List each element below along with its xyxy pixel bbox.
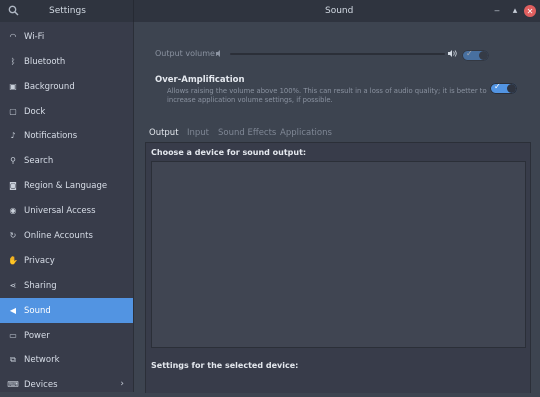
sidebar-item-label: Wi-Fi [24,31,45,42]
tab-input[interactable]: Input [187,128,209,138]
output-volume-slider[interactable] [230,53,445,55]
wifi-icon: ◠ [9,32,17,41]
volume-low-icon [215,49,224,60]
page-title: Sound [325,6,354,16]
mute-toggle[interactable]: ✓ [462,49,489,61]
sound-panel: Output volume: ✓ Over-Amplification Allo… [134,22,540,393]
check-icon: ✓ [466,49,473,58]
sidebar-item-sharing[interactable]: ⋖ Sharing [0,273,133,298]
output-volume-label: Output volume: [155,49,218,58]
minimize-button[interactable]: ‒ [490,4,504,18]
sidebar-item-label: Network [24,354,60,365]
sidebar-item-label: Notifications [24,130,78,141]
device-settings-label: Settings for the selected device: [151,361,299,370]
speaker-icon: ◀ [9,306,17,315]
sidebar-item-label: Region & Language [24,180,108,191]
sidebar-item-network[interactable]: ⧉ Network [0,347,133,372]
sidebar-item-label: Universal Access [24,205,96,216]
toggle-knob [479,51,488,60]
camera-icon: ◙ [9,181,17,190]
chevron-right-icon: › [120,379,124,389]
sidebar-item-label: Bluetooth [24,56,66,67]
sidebar: ◠ Wi-Fi ᛒ Bluetooth ▣ Background ▢ Dock … [0,22,134,392]
search-icon: ⚲ [10,156,16,165]
sidebar-item-label: Dock [24,106,46,117]
over-amplification-toggle[interactable]: ✓ [490,82,517,94]
dock-icon: ▢ [9,107,17,116]
title-bar: Settings Sound ‒ ▴ ✕ [0,0,540,22]
sidebar-item-background[interactable]: ▣ Background [0,74,133,99]
sharing-icon: ⋖ [9,281,17,290]
devices-icon: ⌨ [7,380,19,389]
sidebar-item-sound[interactable]: ◀ Sound [0,298,133,323]
sidebar-item-label: Search [24,155,54,166]
volume-high-icon [447,49,457,60]
sidebar-item-label: Devices [24,379,58,390]
bluetooth-icon: ᛒ [10,57,16,66]
close-button[interactable]: ✕ [524,5,536,17]
universal-access-icon: ◉ [9,206,17,215]
sidebar-item-label: Sound [24,305,51,316]
sidebar-item-label: Background [24,81,75,92]
output-panel: Choose a device for sound output: Settin… [145,142,531,393]
titlebar-divider [133,0,134,22]
maximize-button[interactable]: ▴ [508,4,522,18]
sidebar-item-region-language[interactable]: ◙ Region & Language [0,173,133,198]
network-icon: ⧉ [10,354,16,364]
toggle-knob [507,84,516,93]
sidebar-item-search[interactable]: ⚲ Search [0,148,133,173]
sidebar-item-bluetooth[interactable]: ᛒ Bluetooth [0,49,133,74]
online-accounts-icon: ↻ [9,231,17,240]
background-icon: ▣ [9,82,17,91]
power-icon: ▭ [9,331,17,340]
sidebar-item-dock[interactable]: ▢ Dock [0,99,133,124]
privacy-icon: ✋ [8,256,18,265]
check-icon: ✓ [494,82,501,91]
sidebar-item-notifications[interactable]: ♪ Notifications [0,123,133,148]
sidebar-item-devices[interactable]: ⌨ Devices › [0,372,133,397]
over-amplification-title: Over-Amplification [155,75,245,85]
sidebar-item-label: Online Accounts [24,230,93,241]
sidebar-item-label: Privacy [24,255,55,266]
sidebar-item-online-accounts[interactable]: ↻ Online Accounts [0,223,133,248]
sidebar-item-label: Power [24,330,50,341]
sidebar-item-power[interactable]: ▭ Power [0,323,133,348]
tab-sound-effects[interactable]: Sound Effects [218,128,276,138]
tab-applications[interactable]: Applications [280,128,332,138]
over-amplification-description: Allows raising the volume above 100%. Th… [167,87,487,104]
device-header: Choose a device for sound output: [151,148,307,157]
sidebar-item-wifi[interactable]: ◠ Wi-Fi [0,24,133,49]
tab-output[interactable]: Output [149,128,179,138]
bell-icon: ♪ [10,131,16,140]
output-device-list[interactable] [151,161,526,348]
sidebar-item-universal-access[interactable]: ◉ Universal Access [0,198,133,223]
sidebar-item-label: Sharing [24,280,57,291]
sidebar-item-privacy[interactable]: ✋ Privacy [0,248,133,273]
search-icon[interactable] [8,5,19,16]
settings-title: Settings [49,6,86,16]
